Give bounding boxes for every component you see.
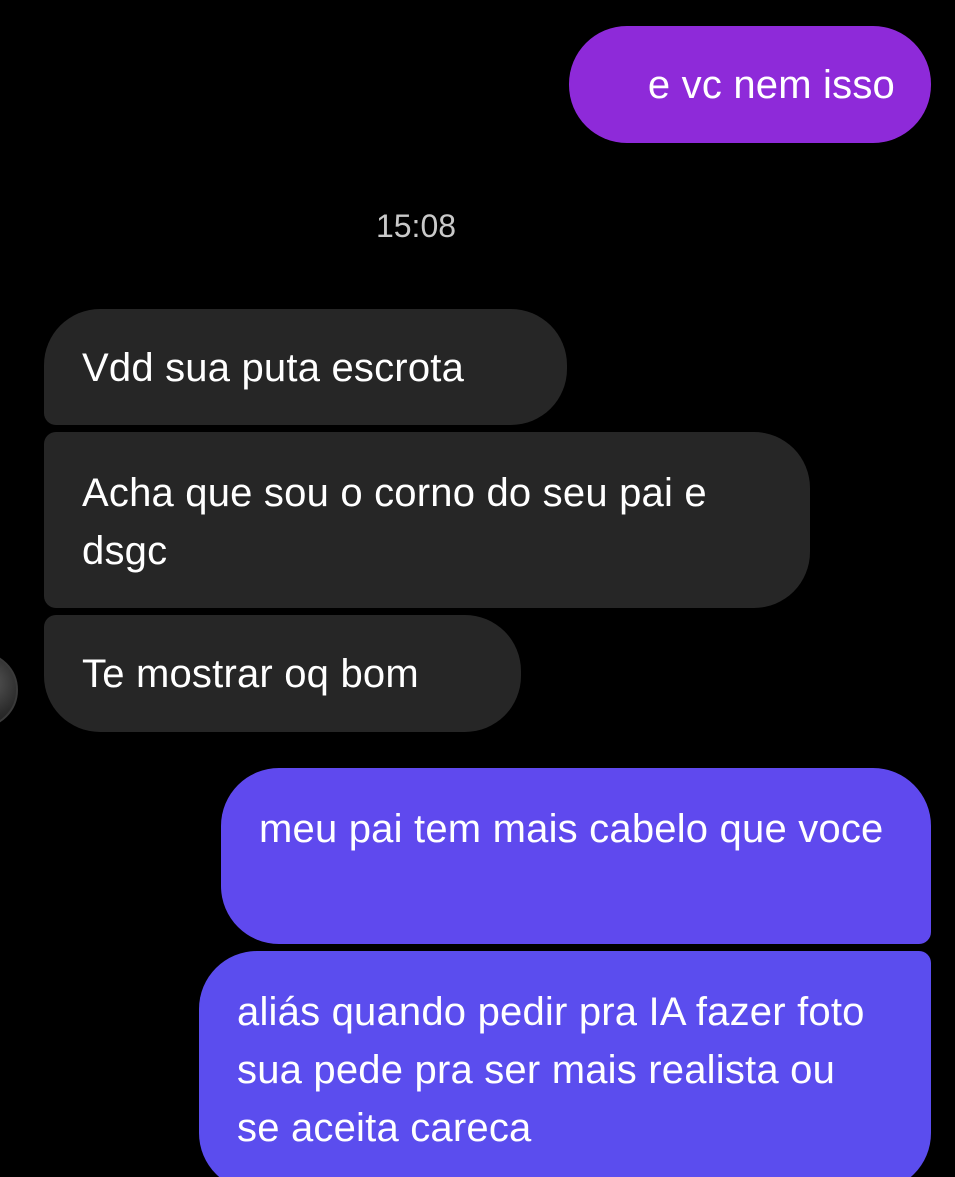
sent-message-bubble[interactable]: aliás quando pedir pra IA fazer foto sua… (199, 951, 931, 1177)
sent-message-bubble[interactable]: meu pai tem mais cabelo que voce (221, 768, 931, 944)
message-text: meu pai tem mais cabelo que voce (259, 807, 884, 851)
sent-message-bubble[interactable]: e vc nem isso (569, 26, 931, 143)
message-text: aliás quando pedir pra IA fazer foto sua… (237, 990, 865, 1150)
message-text: e vc nem isso (647, 63, 895, 107)
received-message-bubble[interactable]: Vdd sua puta escrota (44, 309, 567, 425)
received-message-bubble[interactable]: Acha que sou o corno do seu pai e dsgc (44, 432, 810, 608)
chat-thread[interactable]: e vc nem isso 15:08 Vdd sua puta escrota… (0, 0, 955, 1177)
message-text: Vdd sua puta escrota (82, 346, 465, 390)
sender-avatar[interactable] (0, 652, 18, 728)
timestamp: 15:08 (375, 208, 457, 244)
message-text: Acha que sou o corno do seu pai e dsgc (82, 471, 707, 573)
received-message-bubble[interactable]: Te mostrar oq bom (44, 615, 521, 732)
message-text: Te mostrar oq bom (82, 652, 419, 696)
